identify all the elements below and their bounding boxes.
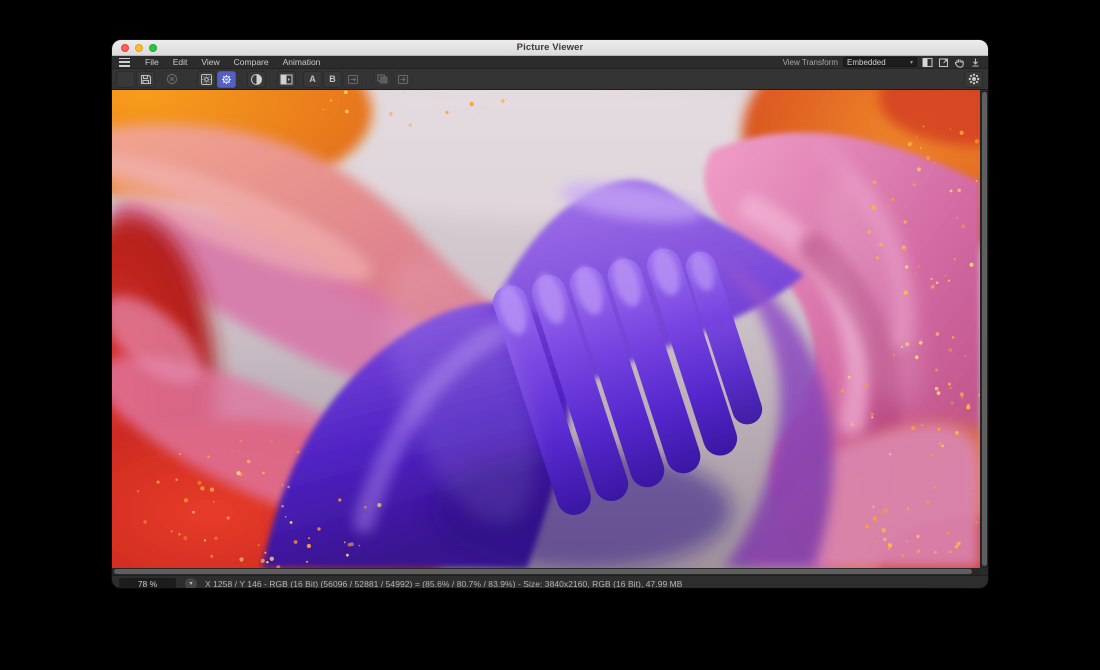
contrast-button[interactable] (247, 71, 266, 88)
picture-viewer-window: Picture Viewer File Edit View Compare An… (112, 40, 988, 588)
horizontal-scrollbar[interactable] (112, 568, 980, 575)
scrollbar-corner (980, 568, 988, 575)
render-settings-button[interactable] (964, 71, 983, 88)
version-a-button[interactable]: A (303, 71, 322, 88)
rendered-image (112, 90, 980, 568)
swap-ab-button (343, 71, 362, 88)
dock-icon[interactable] (970, 57, 981, 68)
zoom-dropdown-button[interactable]: ▾ (185, 578, 197, 589)
settings-gear-button[interactable] (197, 71, 216, 88)
zoom-input[interactable]: 78 % (119, 578, 176, 589)
a-label: A (309, 74, 316, 84)
titlebar[interactable]: Picture Viewer (112, 40, 988, 56)
menu-animation[interactable]: Animation (276, 56, 328, 69)
split-view-icon[interactable] (922, 57, 933, 68)
image-canvas[interactable] (112, 90, 980, 568)
menu-edit[interactable]: Edit (166, 56, 195, 69)
filter-gear-button[interactable] (217, 71, 236, 88)
horizontal-scrollbar-thumb[interactable] (114, 569, 972, 574)
view-transform-value: Embedded (847, 58, 886, 67)
menubar: File Edit View Compare Animation View Tr… (112, 56, 988, 69)
window-title: Picture Viewer (112, 42, 988, 53)
statusbar: 78 % ▾ X 1258 / Y 146 - RGB (16 Bit) (56… (112, 575, 988, 588)
open-folder-button[interactable] (116, 71, 135, 88)
pan-hand-icon[interactable] (954, 57, 965, 68)
pixel-info-text: X 1258 / Y 146 - RGB (16 Bit) (56096 / 5… (205, 579, 683, 589)
popout-icon[interactable] (938, 57, 949, 68)
compare-ab-button[interactable] (277, 71, 296, 88)
menu-compare[interactable]: Compare (227, 56, 276, 69)
vertical-scrollbar[interactable] (980, 90, 988, 568)
menu-file[interactable]: File (138, 56, 166, 69)
chevron-down-icon: ▾ (910, 59, 913, 66)
copy-channels-button (373, 71, 392, 88)
save-button[interactable] (136, 71, 155, 88)
toolbar: A B (112, 69, 988, 90)
view-transform-select[interactable]: Embedded ▾ (843, 57, 917, 67)
export-button (393, 71, 412, 88)
menu-view[interactable]: View (194, 56, 226, 69)
vertical-scrollbar-thumb[interactable] (982, 92, 987, 566)
zoom-dropdown-icon: ▾ (189, 580, 192, 587)
close-image-button (162, 71, 181, 88)
hamburger-icon[interactable] (119, 58, 130, 67)
view-transform-label: View Transform (783, 58, 838, 67)
version-b-button[interactable]: B (323, 71, 342, 88)
b-label: B (329, 74, 336, 84)
